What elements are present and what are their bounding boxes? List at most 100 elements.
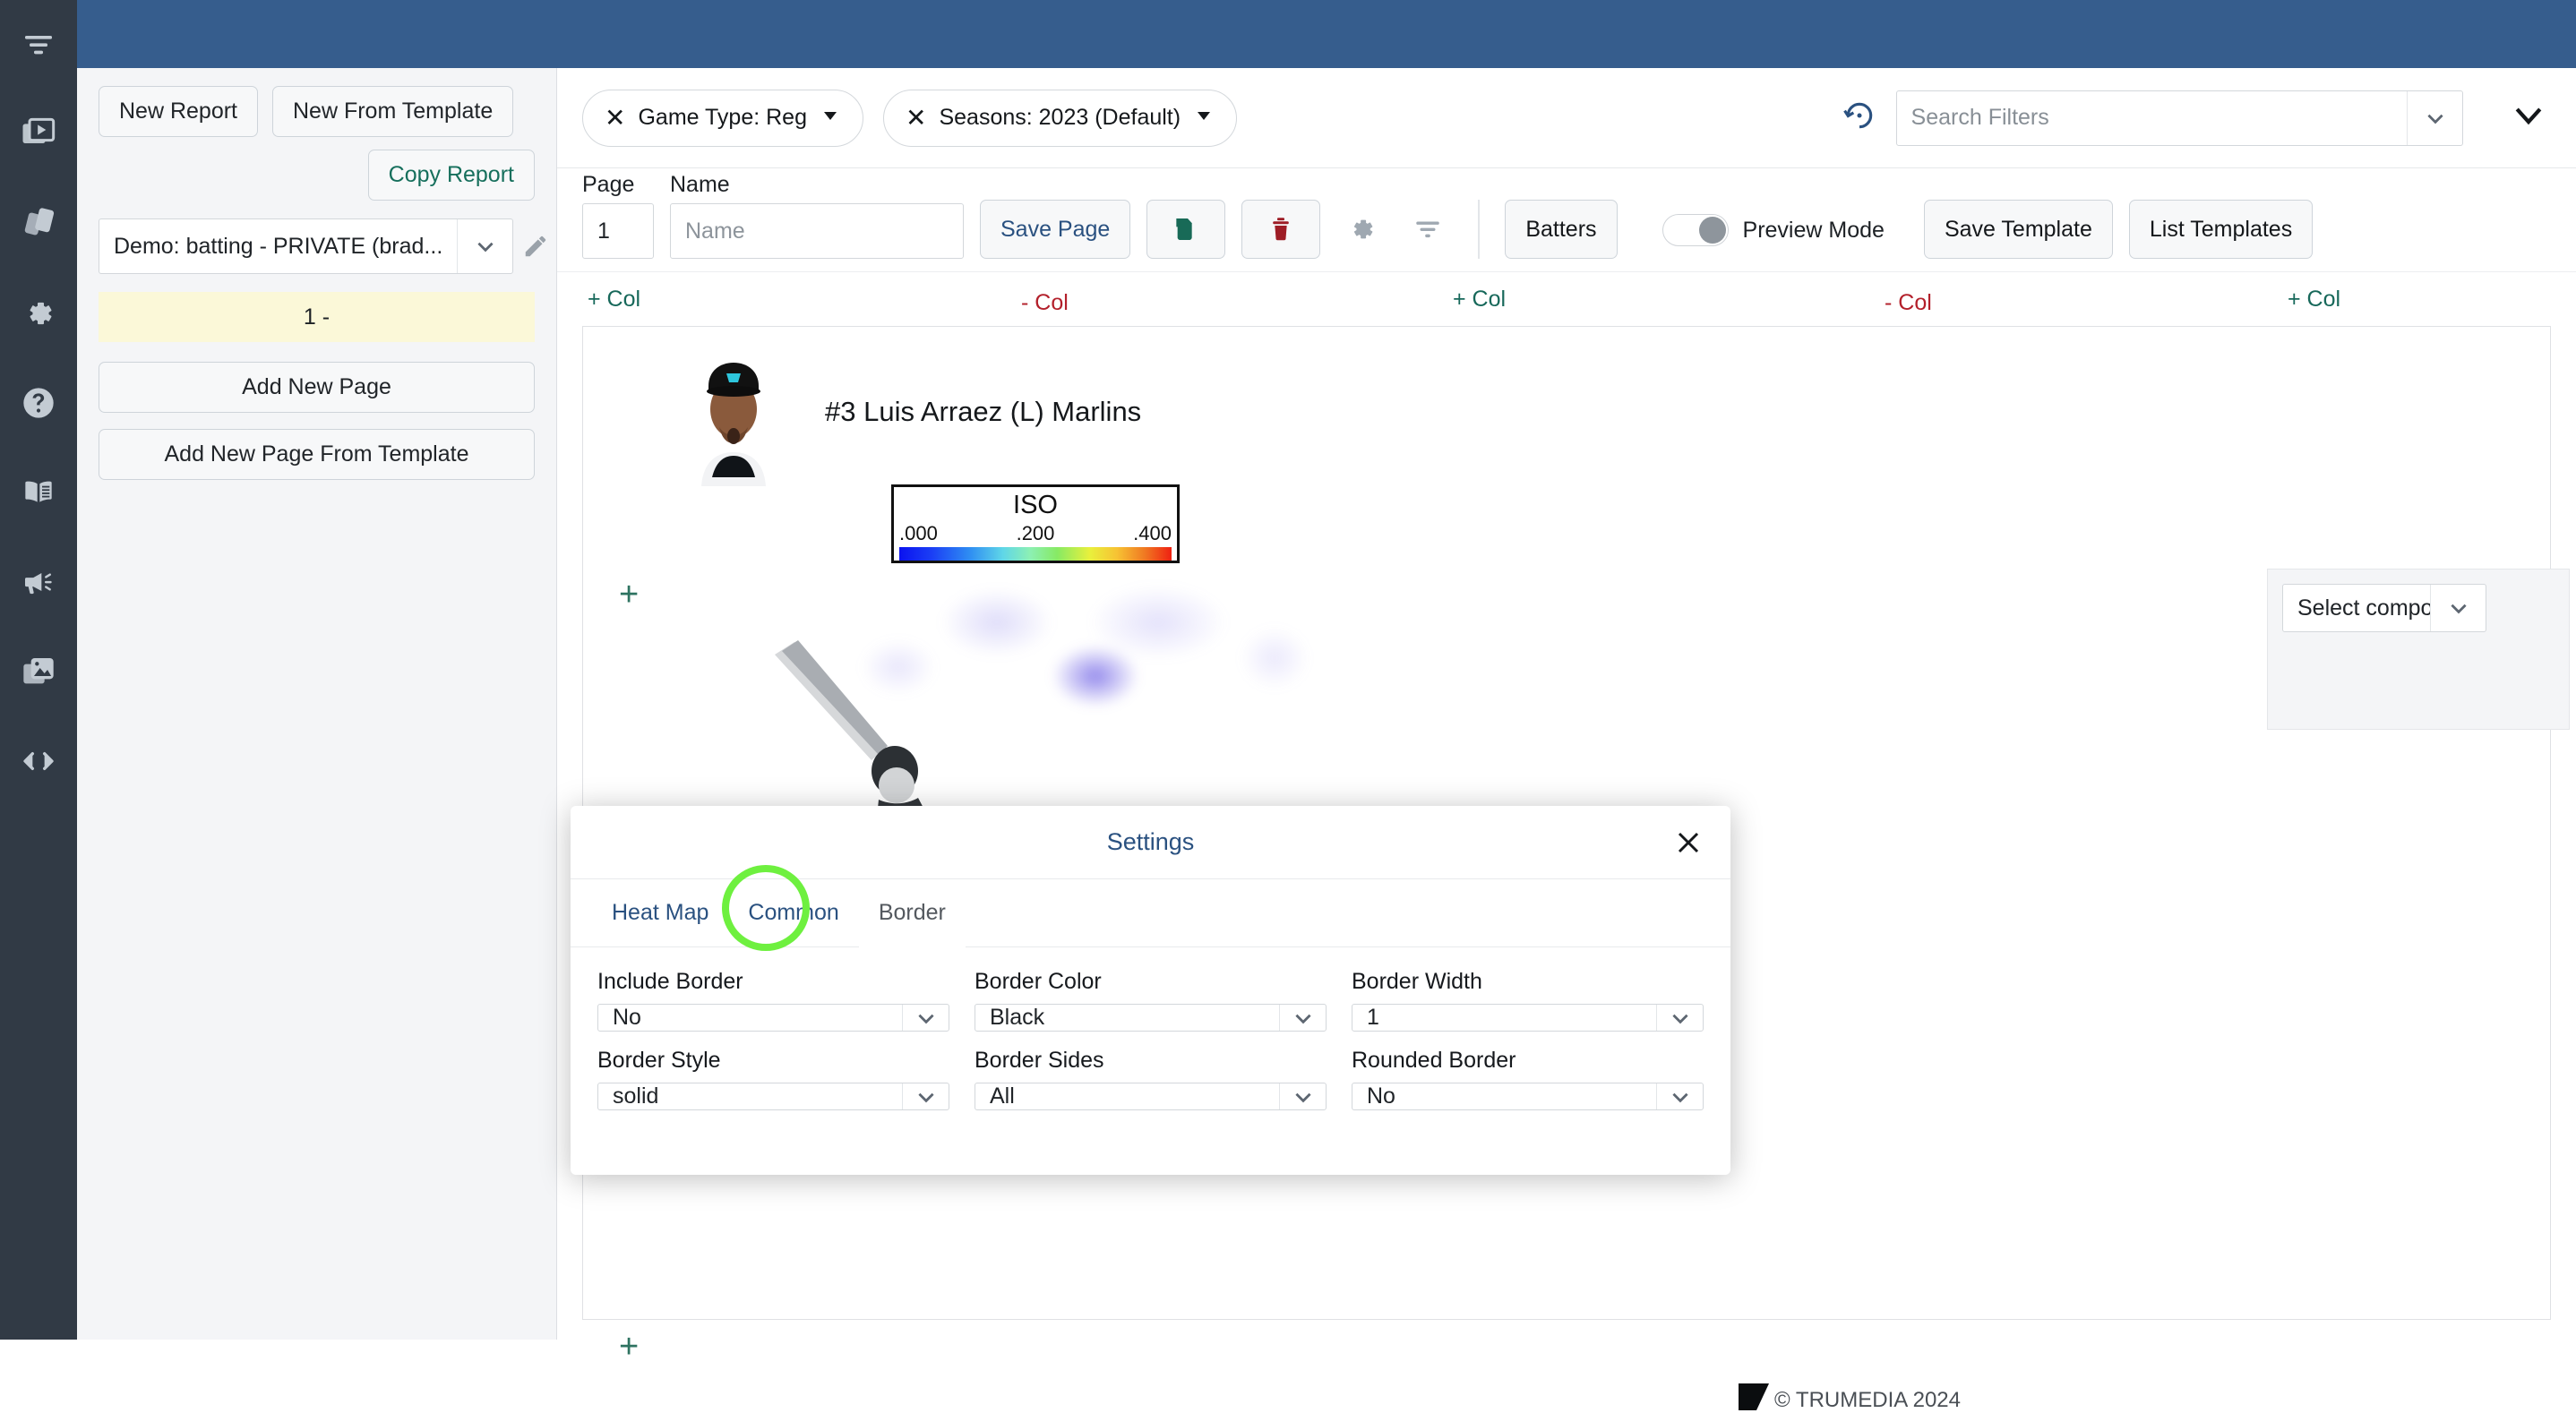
tab-common[interactable]: Common: [728, 879, 858, 947]
help-icon[interactable]: [0, 358, 77, 448]
chevron-down-icon[interactable]: [2430, 585, 2486, 631]
add-new-page-button[interactable]: Add New Page: [99, 362, 535, 413]
copy-report-row: Copy Report: [77, 150, 556, 201]
page-label: Page: [582, 172, 635, 197]
border-style-select[interactable]: solid: [597, 1083, 949, 1110]
empty-component-cell[interactable]: Select component: [2267, 569, 2570, 730]
remove-filter-icon[interactable]: ✕: [906, 105, 926, 131]
report-select-value: Demo: batting - PRIVATE (brad...: [114, 233, 443, 259]
report-select[interactable]: Demo: batting - PRIVATE (brad...: [99, 218, 514, 274]
player-headshot: [685, 327, 782, 497]
chevron-down-icon[interactable]: [1656, 1005, 1703, 1031]
add-column-button-1[interactable]: + Col: [588, 287, 640, 313]
select-component-dropdown[interactable]: Select component: [2282, 584, 2486, 632]
expand-filter-panel-icon[interactable]: [2513, 104, 2544, 132]
menu-toggle-icon[interactable]: [0, 0, 77, 90]
search-filters-input[interactable]: Search Filters: [1895, 90, 2464, 146]
menu-toggle-glyph: [25, 36, 52, 55]
list-templates-button[interactable]: List Templates: [2128, 200, 2314, 259]
code-icon[interactable]: [0, 716, 77, 806]
chevron-down-icon[interactable]: [902, 1083, 949, 1109]
rounded-border-select[interactable]: No: [1352, 1083, 1704, 1110]
copy-report-button[interactable]: Copy Report: [367, 150, 535, 201]
iso-tick-max: .400: [1133, 522, 1172, 544]
add-cell-button-top[interactable]: +: [619, 578, 639, 612]
chevron-down-icon[interactable]: [820, 105, 841, 131]
settings-dialog[interactable]: Settings Heat Map Common Border Include …: [571, 806, 1730, 1175]
delete-page-button[interactable]: [1241, 200, 1321, 259]
page-filter-icon[interactable]: [1403, 200, 1453, 259]
filter-chip-label: Game Type: Reg: [638, 105, 807, 130]
include-border-select[interactable]: No: [597, 1004, 949, 1032]
book-glyph: [25, 481, 52, 502]
column-controls: + Col - Col + Col - Col + Col: [557, 272, 2576, 326]
filter-glyph: [1416, 221, 1440, 238]
tab-heat-map[interactable]: Heat Map: [592, 879, 728, 947]
duplicate-page-button[interactable]: [1146, 200, 1226, 259]
include-border-value: No: [613, 1005, 641, 1030]
remove-column-button-2[interactable]: - Col: [1885, 290, 1932, 316]
batters-button[interactable]: Batters: [1505, 200, 1618, 259]
chevron-down-icon[interactable]: [902, 1005, 949, 1031]
remove-filter-icon[interactable]: ✕: [605, 105, 625, 131]
settings-dialog-body: Include Border No Border Color Black Bor…: [571, 947, 1730, 1110]
reset-filters-icon[interactable]: [1842, 98, 1876, 137]
chevron-down-icon[interactable]: [1279, 1005, 1326, 1031]
edit-report-pencil-icon[interactable]: [522, 233, 549, 260]
iso-color-scale: [899, 547, 1172, 561]
preview-mode-toggle-knob: [1698, 217, 1726, 244]
filter-bar: ✕ Game Type: Reg ✕ Seasons: 2023 (Defaul…: [557, 68, 2576, 168]
tab-border[interactable]: Border: [858, 878, 966, 947]
page-settings-gear-icon[interactable]: [1336, 200, 1387, 259]
border-color-select[interactable]: Black: [975, 1004, 1327, 1032]
save-page-button[interactable]: Save Page: [980, 200, 1131, 259]
preview-mode-toggle[interactable]: [1662, 214, 1729, 246]
remove-column-button-1[interactable]: - Col: [1021, 290, 1069, 316]
border-width-field: Border Width 1: [1352, 969, 1704, 1032]
page-input[interactable]: [582, 203, 654, 259]
gear-glyph: [30, 302, 52, 325]
new-from-template-button[interactable]: New From Template: [272, 86, 514, 137]
border-width-select[interactable]: 1: [1352, 1004, 1704, 1032]
settings-dialog-header: Settings: [571, 806, 1730, 879]
chevron-down-icon[interactable]: [2407, 90, 2462, 145]
add-cell-button-bottom[interactable]: +: [619, 1330, 639, 1364]
reports-glyph: [22, 117, 56, 143]
gear-icon[interactable]: [0, 269, 77, 358]
chevron-down-icon[interactable]: [1656, 1083, 1703, 1109]
book-icon[interactable]: [0, 448, 77, 537]
rounded-border-field: Rounded Border No: [1352, 1048, 1704, 1110]
add-column-button-3[interactable]: + Col: [2288, 287, 2340, 313]
headshot-glyph: [685, 327, 782, 497]
page-actions: Add New Page Add New Page From Template: [77, 362, 556, 480]
border-width-value: 1: [1367, 1005, 1379, 1030]
cards-icon[interactable]: [0, 179, 77, 269]
iso-tick-mid: .200: [1016, 522, 1055, 544]
border-sides-field: Border Sides All: [975, 1048, 1327, 1110]
reports-icon[interactable]: [0, 90, 77, 179]
page-name-field: Name: [670, 172, 964, 259]
megaphone-glyph: [25, 573, 52, 595]
megaphone-icon[interactable]: [0, 537, 77, 627]
player-header: #3 Luis Arraez (L) Marlins: [665, 327, 1579, 497]
new-report-button[interactable]: New Report: [99, 86, 258, 137]
heatmap-card[interactable]: #3 Luis Arraez (L) Marlins ISO .000 .200…: [665, 327, 1579, 864]
filter-chip-seasons[interactable]: ✕ Seasons: 2023 (Default): [883, 89, 1238, 147]
report-actions-row: New Report New From Template: [77, 86, 556, 137]
page-toolbar: Page Name Save Page: [557, 168, 2576, 272]
name-input[interactable]: [670, 203, 964, 259]
save-template-button[interactable]: Save Template: [1923, 200, 2113, 259]
close-icon[interactable]: [1668, 822, 1709, 863]
chevron-down-icon[interactable]: [1193, 105, 1215, 131]
border-color-field: Border Color Black: [975, 969, 1327, 1032]
chevron-down-icon[interactable]: [1279, 1083, 1326, 1109]
report-left-panel: New Report New From Template Copy Report…: [77, 68, 557, 1340]
top-banner: [77, 0, 2576, 68]
border-sides-select[interactable]: All: [975, 1083, 1327, 1110]
add-new-page-from-template-button[interactable]: Add New Page From Template: [99, 429, 535, 480]
add-column-button-2[interactable]: + Col: [1453, 287, 1506, 313]
chevron-down-icon[interactable]: [457, 219, 512, 273]
filter-chip-game-type[interactable]: ✕ Game Type: Reg: [582, 89, 863, 147]
page-list-item-1[interactable]: 1 -: [99, 292, 535, 342]
images-icon[interactable]: [0, 627, 77, 716]
